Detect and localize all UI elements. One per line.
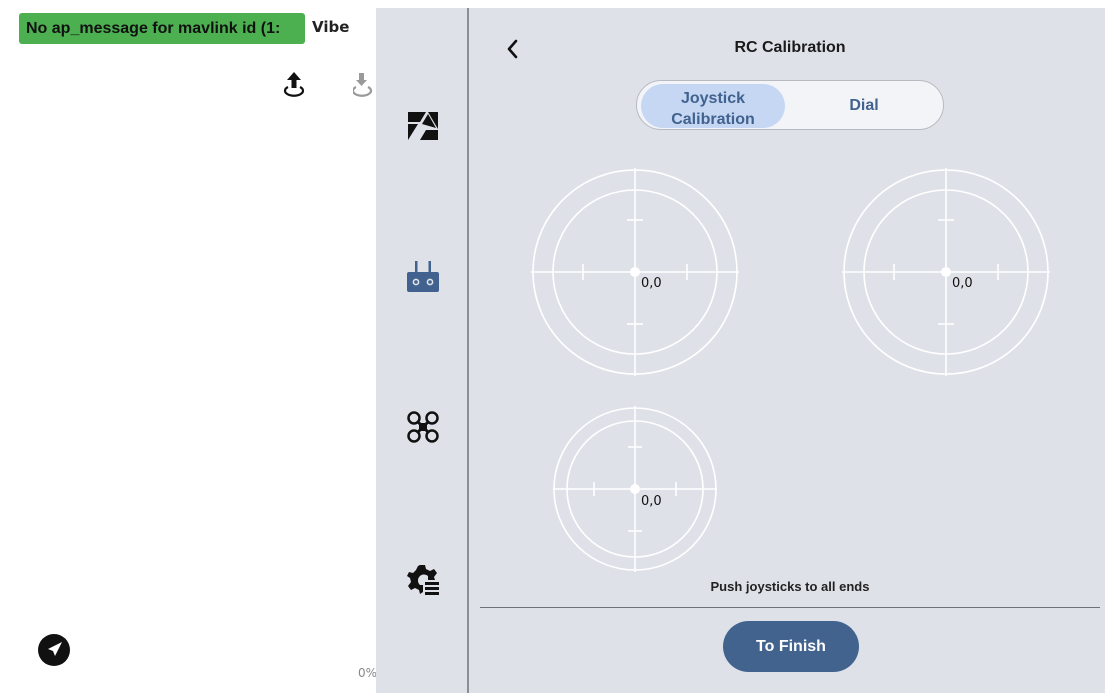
vibe-label[interactable]: Vibe — [312, 18, 349, 36]
tab-dial[interactable]: Dial — [789, 84, 939, 128]
left-joystick-indicator — [531, 168, 739, 376]
status-message-banner: No ap_message for mavlink id (1: — [19, 13, 305, 44]
settings-gear-icon[interactable] — [406, 563, 440, 597]
right-joystick-indicator — [842, 168, 1050, 376]
navigation-icon[interactable] — [37, 633, 71, 667]
progress-percent: 0% — [358, 666, 378, 680]
tab-joystick-calibration[interactable]: Joystick Calibration — [641, 84, 785, 128]
dial-value: 0,0 — [641, 494, 662, 509]
page-title: RC Calibration — [734, 39, 846, 56]
dial-indicator — [553, 406, 717, 572]
rc-calibration-panel: RC Calibration Joystick Calibration Dial… — [469, 8, 1105, 693]
divider — [480, 607, 1100, 608]
map-area[interactable]: No ap_message for mavlink id (1: Vibe 0% — [0, 0, 378, 693]
calibration-mode-tabs: Joystick Calibration Dial — [636, 80, 944, 130]
camera-icon[interactable] — [406, 109, 440, 143]
download-icon[interactable] — [353, 70, 376, 98]
remote-controller-icon[interactable] — [406, 259, 440, 293]
finish-button[interactable]: To Finish — [723, 621, 859, 672]
left-joystick-value: 0,0 — [641, 276, 662, 291]
right-joystick-value: 0,0 — [952, 276, 973, 291]
drone-icon[interactable] — [406, 410, 440, 444]
instruction-text: Push joysticks to all ends — [710, 579, 870, 594]
side-rail — [376, 8, 469, 693]
upload-icon[interactable] — [281, 70, 307, 98]
